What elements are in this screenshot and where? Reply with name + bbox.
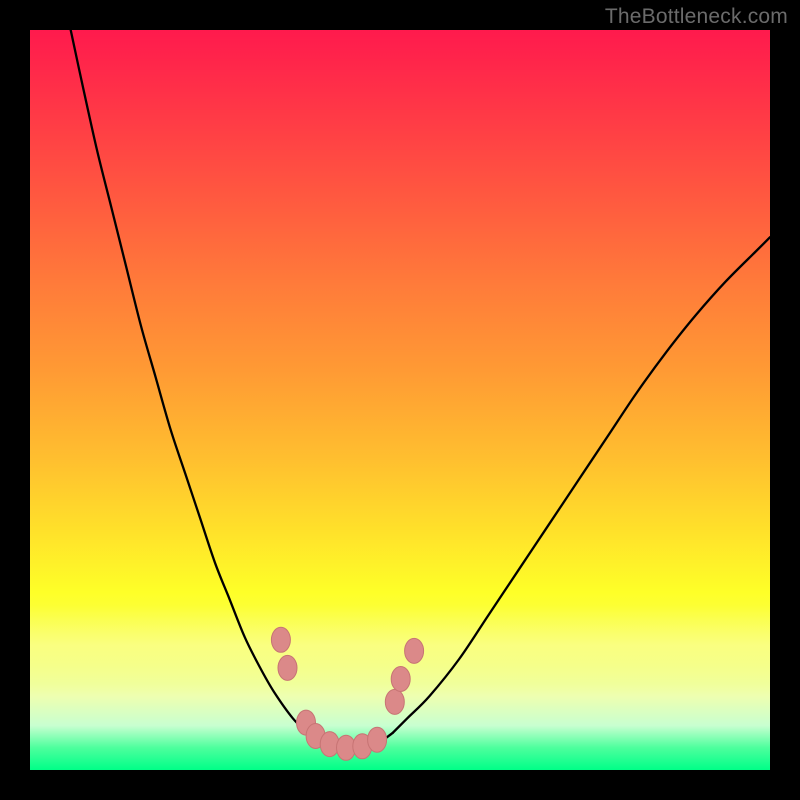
series-right-branch (393, 237, 770, 733)
plot-area (30, 30, 770, 770)
data-marker (385, 689, 404, 714)
watermark-text: TheBottleneck.com (605, 5, 788, 29)
data-marker (368, 727, 387, 752)
chart-stage: TheBottleneck.com (0, 0, 800, 800)
curve-layer (30, 30, 770, 770)
data-marker (278, 655, 297, 680)
data-marker (391, 667, 410, 692)
data-marker (405, 638, 424, 663)
series-left-branch (71, 30, 308, 733)
marker-layer (271, 627, 423, 760)
data-marker (320, 732, 339, 757)
data-marker (271, 627, 290, 652)
